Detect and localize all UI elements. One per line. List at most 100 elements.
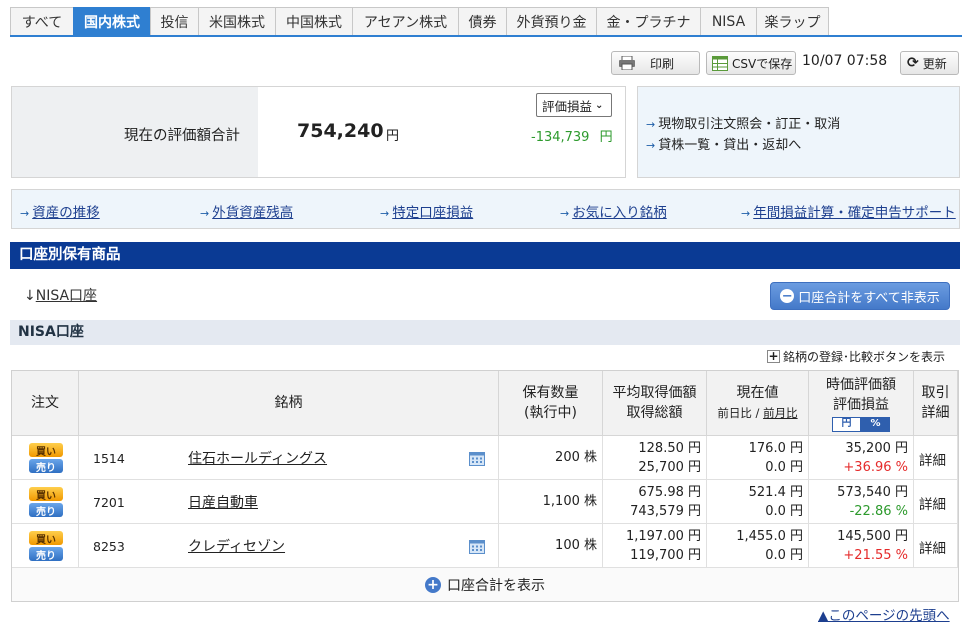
nav-specific-account-pl[interactable]: → 特定口座損益 (380, 201, 473, 221)
total-cost: 743,579 円 (630, 504, 701, 519)
tab-all[interactable]: すべて (10, 7, 73, 36)
header-change-sort: 前日比 / 前月比 (717, 403, 797, 423)
detail-link[interactable]: 詳細 (919, 493, 946, 513)
pl-percent: +21.55 % (843, 548, 908, 563)
table-row: 買い 売り 8253 クレディセゾン 100 株 1,197.00 円 119,… (12, 524, 958, 568)
sell-label: 売り (36, 550, 56, 562)
header-current-price-label: 現在値 (736, 385, 779, 401)
buy-label: 買い (36, 446, 56, 458)
tab-domestic-stocks[interactable]: 国内株式 (73, 7, 150, 36)
page-top-link[interactable]: ▲このページの先頭へ (818, 604, 950, 624)
header-detail-label: 詳細 (921, 405, 950, 421)
plus-square-icon: + (767, 349, 780, 363)
nav-tax-support-label: 年間損益計算・確定申告サポート (753, 205, 956, 221)
toggle-pct[interactable]: % (861, 416, 890, 432)
stock-code: 7201 (93, 495, 125, 510)
calendar-icon[interactable] (469, 539, 485, 554)
stock-code: 8253 (93, 539, 125, 554)
day-change: 0.0 円 (765, 504, 803, 519)
tab-asean-stocks[interactable]: アセアン株式 (352, 7, 458, 36)
spreadsheet-icon (712, 55, 728, 71)
detail-link[interactable]: 詳細 (919, 537, 946, 557)
header-avg-price-label: 平均取得価額 (612, 385, 697, 401)
valuation-summary: 現在の評価額合計 754,240 円 評価損益 ⌄ -134,739 円 (11, 86, 626, 178)
refresh-label: 更新 (922, 56, 947, 71)
select-value: 評価損益 (542, 98, 593, 114)
calendar-icon[interactable] (469, 451, 485, 466)
valuation-value-area: 754,240 円 評価損益 ⌄ -134,739 円 (258, 87, 625, 177)
day-change: 0.0 円 (765, 548, 803, 563)
plus-circle-icon: + (425, 576, 441, 593)
tab-china-stocks[interactable]: 中国株式 (275, 7, 352, 36)
arrow-icon: → (380, 207, 390, 220)
arrow-icon: → (646, 118, 656, 131)
show-register-compare-label: 銘柄の登録･比較ボタンを表示 (783, 350, 946, 364)
buy-label: 買い (36, 534, 56, 546)
header-current-price: 現在値 前日比 / 前月比 (707, 371, 809, 436)
print-button[interactable]: 印刷 (611, 51, 700, 75)
sell-label: 売り (36, 506, 56, 518)
sell-button[interactable]: 売り (29, 547, 63, 562)
table-cell (79, 480, 499, 524)
tab-gold-platinum[interactable]: 金・プラチナ (596, 7, 700, 36)
csv-save-button[interactable]: CSVで保存 (706, 51, 796, 75)
quantity: 100 株 (555, 538, 597, 553)
csv-label: CSVで保存 (732, 56, 793, 71)
nav-asset-history[interactable]: → 資産の推移 (20, 201, 100, 221)
nav-favorites[interactable]: → お気に入り銘柄 (560, 201, 667, 221)
order-inquiry-link[interactable]: → 現物取引注文照会・訂正・取消 (646, 113, 840, 132)
tab-us-stocks[interactable]: 米国株式 (198, 7, 275, 36)
nav-foreign-assets[interactable]: → 外貨資産残高 (200, 201, 293, 221)
stock-name-link[interactable]: 日産自動車 (188, 492, 258, 512)
current-price: 521.4 円 (748, 485, 803, 500)
stock-code: 1514 (93, 451, 125, 466)
stock-name-link[interactable]: 住石ホールディングス (188, 448, 327, 468)
quantity: 200 株 (555, 450, 597, 465)
toggle-yen[interactable]: 円 (832, 416, 861, 432)
tab-funds[interactable]: 投信 (150, 7, 198, 36)
show-account-total-label: 口座合計を表示 (447, 577, 545, 594)
day-change: 0.0 円 (765, 460, 803, 475)
tab-foreign-deposits[interactable]: 外貨預り金 (506, 7, 596, 36)
total-cost: 119,700 円 (630, 548, 701, 563)
arrow-icon: → (200, 207, 210, 220)
buy-button[interactable]: 買い (29, 443, 63, 458)
valuation-type-select[interactable]: 評価損益 ⌄ (536, 93, 612, 117)
chevron-down-icon: ⌄ (595, 99, 604, 111)
holdings-table: 注文 銘柄 保有数量 (執行中) 平均取得価額 取得総額 現在値 前日比 / 前… (11, 370, 959, 602)
show-account-total-button[interactable]: + 口座合計を表示 (12, 568, 958, 601)
arrow-icon: → (20, 207, 30, 220)
total-cost: 25,700 円 (638, 460, 701, 475)
header-order-label: 注文 (31, 395, 59, 411)
section-title: 口座別保有商品 (10, 242, 960, 269)
sell-button[interactable]: 売り (29, 459, 63, 474)
total-valuation-unit: 円 (386, 129, 400, 144)
buy-button[interactable]: 買い (29, 531, 63, 546)
header-quantity: 保有数量 (執行中) (499, 371, 603, 436)
stock-name-link[interactable]: クレディセゾン (188, 536, 285, 556)
stock-lending-link[interactable]: → 貸株一覧・貸出・返却へ (646, 134, 801, 153)
tab-nisa[interactable]: NISA (700, 7, 756, 36)
nisa-anchor-label: NISA口座 (35, 288, 98, 304)
avg-price: 128.50 円 (638, 441, 701, 456)
buy-button[interactable]: 買い (29, 487, 63, 502)
tab-bonds[interactable]: 債券 (458, 7, 506, 36)
refresh-button[interactable]: ⟳ 更新 (900, 51, 959, 75)
nav-tax-support[interactable]: → 年間損益計算・確定申告サポート (741, 201, 956, 221)
nav-specific-account-pl-label: 特定口座損益 (392, 205, 474, 221)
market-value: 35,200 円 (845, 441, 908, 456)
sell-button[interactable]: 売り (29, 503, 63, 518)
tab-rakuwrap[interactable]: 楽ラップ (756, 7, 829, 36)
order-inquiry-label: 現物取引注文照会・訂正・取消 (658, 117, 841, 132)
header-avg-price: 平均取得価額 取得総額 (603, 371, 707, 436)
header-month-change-link[interactable]: 前月比 (763, 406, 798, 420)
detail-link[interactable]: 詳細 (919, 449, 946, 469)
table-row: 買い 売り 7201 日産自動車 1,100 株 675.98 円 743,57… (12, 480, 958, 524)
timestamp: 10/07 07:58 (802, 53, 888, 69)
hide-all-totals-button[interactable]: − 口座合計をすべて非表示 (770, 282, 950, 310)
pl-percent: +36.96 % (843, 460, 908, 475)
market-value: 573,540 円 (837, 485, 908, 500)
nav-asset-history-label: 資産の推移 (32, 205, 100, 221)
show-register-compare-button[interactable]: + 銘柄の登録･比較ボタンを表示 (767, 348, 945, 365)
nisa-anchor-link[interactable]: ↓NISA口座 (24, 285, 97, 305)
